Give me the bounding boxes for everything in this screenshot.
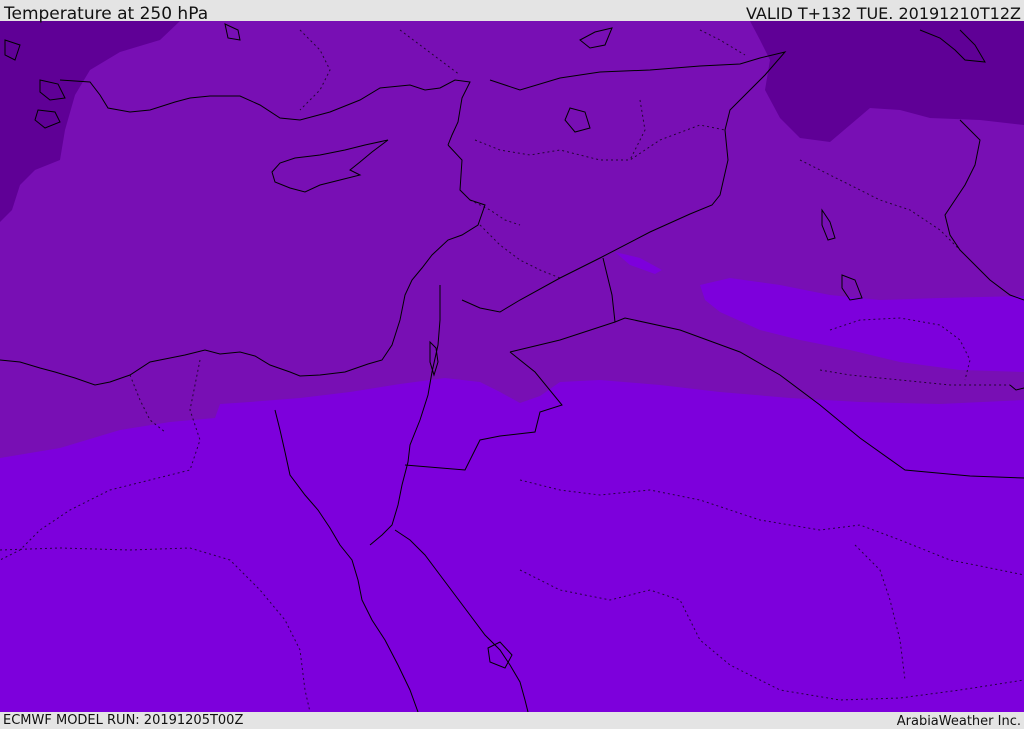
map-canvas: [0, 21, 1024, 712]
header-bar: Temperature at 250 hPa VALID T+132 TUE. …: [0, 0, 1024, 24]
valid-time: VALID T+132 TUE. 20191210T12Z: [745, 4, 1021, 23]
credit-label: ArabiaWeather Inc.: [896, 714, 1021, 729]
map-title: Temperature at 250 hPa: [4, 4, 209, 24]
footer-bar: ECMWF MODEL RUN: 20191205T00Z ArabiaWeat…: [0, 712, 1024, 729]
weather-map-frame: Temperature at 250 hPa VALID T+132 TUE. …: [0, 0, 1024, 729]
temperature-field-cool-south: [0, 378, 1024, 712]
model-run-label: ECMWF MODEL RUN: 20191205T00Z: [3, 713, 244, 728]
